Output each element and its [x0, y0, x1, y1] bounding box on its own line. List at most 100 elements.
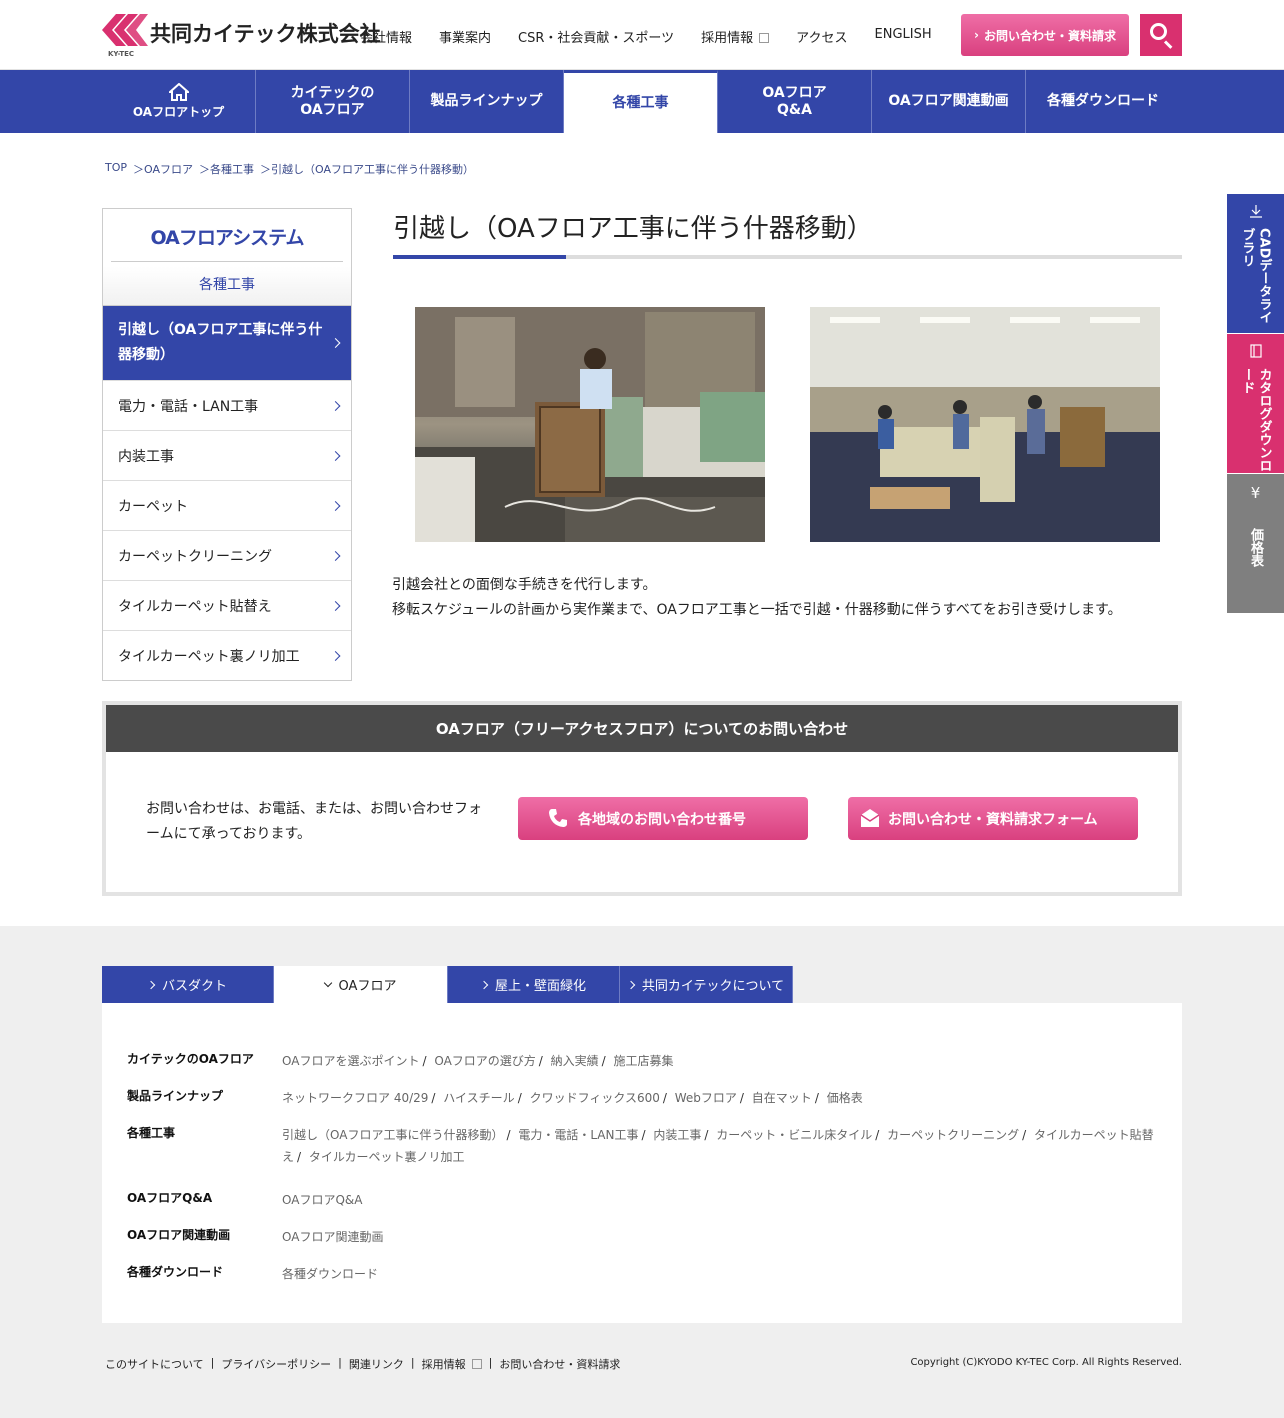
sidebar-item-label: タイルカーペット貼替え — [118, 598, 272, 615]
side-tab-catalog-label: カタログダウンロード — [1239, 368, 1272, 472]
sidebar-subtitle[interactable]: 各種工事 — [103, 262, 351, 294]
external-link-icon — [759, 33, 770, 43]
footer-tab-about[interactable]: 共同カイテックについて — [620, 966, 793, 1003]
logo-text: 共同カイテック株式会社 — [150, 22, 381, 46]
topnav-company[interactable]: 会社情報 — [360, 27, 412, 46]
footer-tab-oafloor[interactable]: OAフロア — [274, 966, 448, 1003]
sitemap-link[interactable]: OAフロアQ&A — [282, 1193, 362, 1207]
topnav-recruit[interactable]: 採用情報 — [701, 27, 770, 46]
sitemap-row: OAフロアQ&A OAフロアQ&A — [127, 1189, 1162, 1211]
search-icon-handle — [1163, 40, 1173, 49]
sitemap-links: ネットワークフロア 40/29/ ハイスチール / クワッドフィックス600/ W… — [282, 1091, 863, 1105]
footer-link-privacy[interactable]: プライバシーポリシー — [221, 1356, 331, 1372]
company-logo[interactable]: 共同カイテック株式会社 KY-TEC — [102, 12, 381, 60]
sidebar-item-carpet[interactable]: カーペット — [103, 481, 351, 531]
side-tab-cad[interactable]: CADデータライブラリ — [1227, 194, 1284, 333]
footer-tab-label: 屋上・壁面緑化 — [494, 979, 586, 994]
footer-link-about-site[interactable]: このサイトについて — [105, 1356, 204, 1372]
sitemap-link[interactable]: 価格表 — [827, 1091, 863, 1105]
nav-qa[interactable]: OAフロア Q&A — [718, 70, 872, 133]
topnav-csr[interactable]: CSR・社会貢献・スポーツ — [518, 27, 674, 46]
chevron-right-icon — [330, 450, 341, 461]
sidebar-item-moving[interactable]: 引越し（OAフロア工事に伴う什器移動） — [103, 306, 351, 381]
sitemap-link[interactable]: タイルカーペット裏ノリ加工 — [309, 1150, 465, 1164]
sitemap-link[interactable]: クワッドフィックス600 — [530, 1091, 660, 1105]
phone-numbers-button[interactable]: 各地域のお問い合わせ番号 — [518, 797, 808, 840]
sidebar-item-label: カーペット — [118, 498, 188, 515]
sitemap-row: カイテックのOAフロア OAフロアを選ぶポイント / OAフロアの選び方 / 納入実… — [127, 1050, 1162, 1072]
topnav-business[interactable]: 事業案内 — [439, 27, 491, 46]
breadcrumb-oafloor[interactable]: ＞OAフロア — [133, 161, 193, 177]
breadcrumb-top[interactable]: TOP — [105, 161, 127, 177]
sidebar-item-electric[interactable]: 電力・電話・LAN工事 — [103, 381, 351, 431]
sitemap-link[interactable]: 電力・電話・LAN工事 — [518, 1128, 638, 1142]
footer-tab-label: OAフロア — [338, 979, 397, 994]
side-tab-catalog[interactable]: カタログダウンロード — [1227, 334, 1284, 473]
catalog-icon — [1249, 344, 1262, 358]
sitemap-row: 各種工事 引越し（OAフロア工事に伴う什器移動） / 電力・電話・LAN工事 / 内… — [127, 1124, 1162, 1168]
sitemap-link[interactable]: カーペット・ビニル床タイル — [716, 1128, 872, 1142]
main-nav: OAフロアトップ カイテックの OAフロア 製品ラインナップ 各種工事 OAフロ… — [0, 70, 1284, 133]
sitemap-link[interactable]: ハイスチール — [443, 1091, 514, 1105]
contact-button[interactable]: › お問い合わせ・資料請求 — [961, 14, 1129, 56]
sitemap-label: 各種ダウンロード — [127, 1265, 224, 1279]
footer-bottom-links: このサイトについて | プライバシーポリシー | 関連リンク | 採用情報 | お問い合… — [105, 1356, 621, 1372]
inquiry-form-button[interactable]: お問い合わせ・資料請求フォーム — [848, 797, 1138, 840]
nav-lineup-label: 製品ラインナップ — [430, 93, 543, 109]
sidebar-item-tile-replace[interactable]: タイルカーペット貼替え — [103, 581, 351, 631]
sitemap-link[interactable]: 自在マット — [752, 1091, 812, 1105]
footer-tab-label: バスダクト — [161, 979, 227, 994]
nav-oa-top[interactable]: OAフロアトップ — [102, 70, 256, 133]
nav-videos-label: OAフロア関連動画 — [888, 93, 1009, 109]
sitemap-link[interactable]: OAフロア関連動画 — [282, 1230, 383, 1244]
sitemap-link[interactable]: 納入実績 — [551, 1054, 599, 1068]
footer-tab-busduct[interactable]: バスダクト — [102, 966, 274, 1003]
footer-link-related[interactable]: 関連リンク — [349, 1356, 404, 1372]
sitemap-link[interactable]: OAフロアの選び方 — [434, 1054, 535, 1068]
sidebar-item-label: タイルカーペット裏ノリ加工 — [118, 649, 300, 665]
inquiry-text: お問い合わせは、お電話、または、お問い合わせフォームにて承っております。 — [146, 801, 482, 842]
logo-mark-icon — [102, 14, 148, 46]
sitemap-link[interactable]: 内装工事 — [653, 1128, 701, 1142]
sitemap-link[interactable]: 引越し（OAフロア工事に伴う什器移動） — [282, 1128, 503, 1142]
nav-kaitec-oa-label: カイテックの OAフロア — [290, 84, 375, 118]
nav-videos[interactable]: OAフロア関連動画 — [872, 70, 1026, 133]
description-line-2: 移転スケジュールの計画から実作業まで、OAフロア工事と一括で引越・什器移動に伴う… — [392, 602, 1122, 618]
sitemap-link[interactable]: 施工店募集 — [614, 1054, 674, 1068]
title-underline-accent — [393, 255, 566, 259]
sitemap-link[interactable]: ネットワークフロア 40/29 — [282, 1091, 428, 1105]
topnav-access[interactable]: アクセス — [796, 27, 847, 46]
topnav-english[interactable]: ENGLISH — [875, 27, 932, 46]
copyright: Copyright (C)KYODO KY-TEC Corp. All Righ… — [910, 1357, 1182, 1368]
phone-icon — [549, 809, 567, 827]
sitemap-link[interactable]: OAフロアを選ぶポイント — [282, 1054, 419, 1068]
photo-office-moving-crew — [810, 307, 1160, 542]
sitemap-link[interactable]: カーペットクリーニング — [887, 1128, 1019, 1142]
sidebar-item-label: カーペットクリーニング — [118, 548, 272, 565]
sitemap-link[interactable]: 各種ダウンロード — [282, 1267, 378, 1281]
footer-tab-greening[interactable]: 屋上・壁面緑化 — [448, 966, 620, 1003]
side-tab-price[interactable]: ¥ 価格表 — [1227, 474, 1284, 613]
nav-kaitec-oa[interactable]: カイテックの OAフロア — [256, 70, 410, 133]
sitemap-links: OAフロア関連動画 — [282, 1226, 1162, 1248]
footer-link-recruit[interactable]: 採用情報 — [422, 1356, 482, 1372]
chevron-right-icon: › — [974, 28, 979, 42]
mail-icon — [860, 809, 880, 827]
search-button[interactable] — [1140, 14, 1182, 56]
sidebar-item-tile-glue[interactable]: タイルカーペット裏ノリ加工 — [103, 631, 351, 681]
description-line-1: 引越会社との面倒な手続きを代行します。 — [392, 577, 657, 593]
content-description: 引越会社との面倒な手続きを代行します。 移転スケジュールの計画から実作業まで、O… — [392, 573, 1122, 623]
chevron-right-icon — [146, 980, 156, 989]
sidebar-item-carpet-cleaning[interactable]: カーペットクリーニング — [103, 531, 351, 581]
nav-lineup[interactable]: 製品ラインナップ — [410, 70, 564, 133]
sitemap-label: 各種工事 — [127, 1126, 176, 1140]
footer-link-contact[interactable]: お問い合わせ・資料請求 — [499, 1356, 620, 1372]
sitemap-label: OAフロア関連動画 — [127, 1228, 231, 1242]
nav-downloads[interactable]: 各種ダウンロード — [1026, 70, 1180, 133]
nav-construction[interactable]: 各種工事 — [564, 70, 718, 133]
sitemap-link[interactable]: Webフロア — [675, 1091, 737, 1105]
breadcrumb: TOP ＞OAフロア ＞各種工事 ＞引越し（OAフロア工事に伴う什器移動） — [105, 161, 480, 177]
breadcrumb-construction[interactable]: ＞各種工事 — [199, 161, 254, 177]
sidebar-item-interior[interactable]: 内装工事 — [103, 431, 351, 481]
footer: バスダクト OAフロア 屋上・壁面緑化 共同カイテックについて カイテックのOA… — [0, 926, 1284, 1418]
